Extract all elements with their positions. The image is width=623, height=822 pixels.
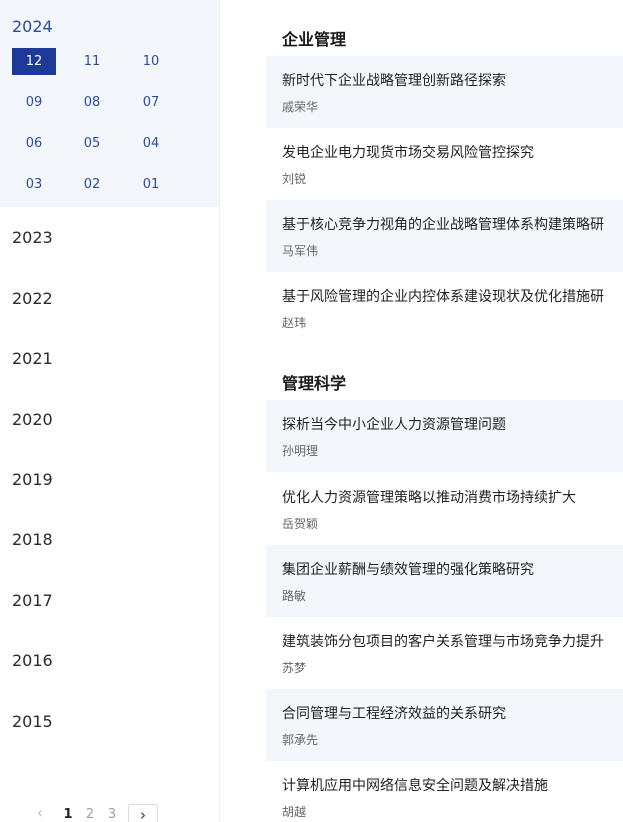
pagination: ‹ 1 2 3 › [30,802,190,822]
article-item[interactable]: 新时代下企业战略管理创新路径探索 戚荣华 [266,56,623,128]
month-item-active[interactable]: 12 [12,48,56,75]
year-item[interactable]: 2017 [12,591,53,610]
month-item[interactable]: 07 [129,89,173,116]
month-item[interactable]: 04 [129,130,173,157]
page: 2024 12 11 10 09 08 07 06 05 04 03 02 01… [0,0,623,822]
article-author: 郭承先 [282,733,319,747]
month-item[interactable]: 09 [12,89,56,116]
page-number[interactable]: 3 [104,802,120,822]
year-item[interactable]: 2019 [12,470,53,489]
section-title: 管理科学 [282,374,347,393]
year-item[interactable]: 2023 [12,228,53,247]
year-item[interactable]: 2022 [12,289,53,308]
article-author: 刘锐 [282,172,307,186]
year-item[interactable]: 2018 [12,530,53,549]
article-item[interactable]: 探析当今中小企业人力资源管理问题 孙明理 [266,400,623,472]
article-list: 企业管理 新时代下企业战略管理创新路径探索 戚荣华 发电企业电力现货市场交易风险… [220,0,623,822]
article-author: 苏梦 [282,661,307,675]
article-item[interactable]: 发电企业电力现货市场交易风险管控探究 刘锐 [266,128,623,200]
month-item[interactable]: 10 [129,48,173,75]
article-title[interactable]: 优化人力资源管理策略以推动消费市场持续扩大 [282,487,576,507]
month-item[interactable]: 08 [70,89,114,116]
article-item[interactable]: 基于核心竞争力视角的企业战略管理体系构建策略研 马军伟 [266,200,623,272]
article-item[interactable]: 优化人力资源管理策略以推动消费市场持续扩大 岳贺颖 [266,473,623,545]
month-item[interactable]: 11 [70,48,114,75]
year-item[interactable]: 2021 [12,349,53,368]
article-title[interactable]: 发电企业电力现货市场交易风险管控探究 [282,142,534,162]
year-item[interactable]: 2020 [12,410,53,429]
article-author: 路敏 [282,589,307,603]
article-title[interactable]: 基于风险管理的企业内控体系建设现状及优化措施研 [282,286,604,306]
article-author: 马军伟 [282,244,319,258]
year-sidebar: 2024 12 11 10 09 08 07 06 05 04 03 02 01… [0,0,220,822]
year-item[interactable]: 2016 [12,651,53,670]
month-item[interactable]: 03 [12,171,56,198]
article-item[interactable]: 建筑装饰分包项目的客户关系管理与市场竞争力提升 苏梦 [266,617,623,689]
page-number[interactable]: 2 [82,802,98,822]
year-item[interactable]: 2015 [12,712,53,731]
chevron-left-icon[interactable]: ‹ [30,802,50,822]
page-number-current[interactable]: 1 [60,802,76,822]
article-title[interactable]: 集团企业薪酬与绩效管理的强化策略研究 [282,559,534,579]
month-item[interactable]: 02 [70,171,114,198]
section-title: 企业管理 [282,30,347,49]
month-item[interactable]: 01 [129,171,173,198]
year-2024-panel: 2024 12 11 10 09 08 07 06 05 04 03 02 01 [0,0,219,207]
article-title[interactable]: 探析当今中小企业人力资源管理问题 [282,414,506,434]
month-item[interactable]: 05 [70,130,114,157]
article-author: 赵玮 [282,316,307,330]
article-author: 胡越 [282,805,307,819]
article-title[interactable]: 计算机应用中网络信息安全问题及解决措施 [282,775,548,795]
article-author: 孙明理 [282,444,319,458]
month-item[interactable]: 06 [12,130,56,157]
article-item[interactable]: 计算机应用中网络信息安全问题及解决措施 胡越 [266,761,623,822]
article-title[interactable]: 新时代下企业战略管理创新路径探索 [282,70,506,90]
article-title[interactable]: 基于核心竞争力视角的企业战略管理体系构建策略研 [282,214,604,234]
article-item[interactable]: 集团企业薪酬与绩效管理的强化策略研究 路敏 [266,545,623,617]
article-item[interactable]: 基于风险管理的企业内控体系建设现状及优化措施研 赵玮 [266,272,623,344]
article-author: 岳贺颖 [282,517,319,531]
chevron-right-icon[interactable]: › [128,804,158,822]
article-title[interactable]: 合同管理与工程经济效益的关系研究 [282,703,506,723]
article-item[interactable]: 合同管理与工程经济效益的关系研究 郭承先 [266,689,623,761]
article-title[interactable]: 建筑装饰分包项目的客户关系管理与市场竞争力提升 [282,631,604,651]
article-author: 戚荣华 [282,100,319,114]
year-item-active[interactable]: 2024 [12,17,53,36]
